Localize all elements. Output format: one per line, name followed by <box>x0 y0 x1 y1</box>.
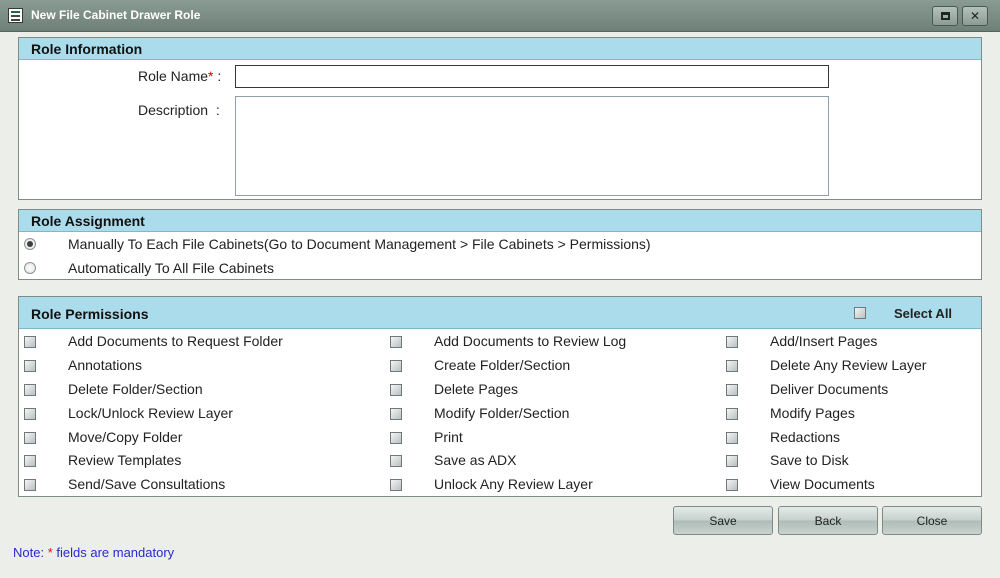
permission-label: Send/Save Consultations <box>68 476 226 492</box>
permission-checkbox[interactable] <box>24 360 36 372</box>
close-icon: ✕ <box>969 9 981 23</box>
automatic-assignment-label[interactable]: Automatically To All File Cabinets <box>68 260 274 276</box>
title-bar[interactable]: New File Cabinet Drawer Role ✕ <box>0 0 1000 32</box>
role-name-label: Role Name* : <box>138 68 222 84</box>
mandatory-note: Note: * fields are mandatory <box>13 545 175 560</box>
permission-checkbox[interactable] <box>726 408 738 420</box>
select-all-checkbox[interactable] <box>854 307 866 319</box>
manual-assignment-label[interactable]: Manually To Each File Cabinets(Go to Doc… <box>68 236 651 252</box>
required-asterisk: * <box>208 68 214 84</box>
automatic-assignment-radio[interactable] <box>24 262 36 274</box>
permission-label: Delete Pages <box>434 381 519 397</box>
permission-checkbox[interactable] <box>726 336 738 348</box>
permission-label: Review Templates <box>68 452 182 468</box>
permission-label: Lock/Unlock Review Layer <box>68 405 233 421</box>
permission-checkbox[interactable] <box>726 432 738 444</box>
permission-label: Move/Copy Folder <box>68 429 183 445</box>
permission-label: Modify Pages <box>770 405 855 421</box>
permission-label: Annotations <box>68 357 142 373</box>
permission-checkbox[interactable] <box>390 360 402 372</box>
permission-checkbox[interactable] <box>390 479 402 491</box>
permission-checkbox[interactable] <box>726 479 738 491</box>
manual-assignment-radio[interactable] <box>24 238 36 250</box>
close-window-button[interactable]: ✕ <box>962 6 988 26</box>
back-button[interactable]: Back <box>778 506 878 535</box>
window-title: New File Cabinet Drawer Role <box>31 8 201 22</box>
permission-checkbox[interactable] <box>24 455 36 467</box>
restore-icon <box>941 12 950 20</box>
description-label: Description : <box>138 102 220 118</box>
permission-checkbox[interactable] <box>390 408 402 420</box>
permission-label: Create Folder/Section <box>434 357 571 373</box>
permission-checkbox[interactable] <box>24 408 36 420</box>
description-textarea[interactable] <box>235 96 829 196</box>
role-name-input[interactable] <box>235 65 829 88</box>
permission-checkbox[interactable] <box>726 360 738 372</box>
permission-label: Delete Any Review Layer <box>770 357 927 373</box>
permission-label: Delete Folder/Section <box>68 381 203 397</box>
permission-checkbox[interactable] <box>390 455 402 467</box>
role-permissions-header: Role Permissions <box>19 297 981 329</box>
close-button[interactable]: Close <box>882 506 982 535</box>
form-icon <box>8 8 23 23</box>
permission-label: Deliver Documents <box>770 381 889 397</box>
permission-label: Unlock Any Review Layer <box>434 476 593 492</box>
permission-checkbox[interactable] <box>726 384 738 396</box>
role-assignment-header: Role Assignment <box>19 210 981 232</box>
restore-button[interactable] <box>932 6 958 26</box>
role-information-header: Role Information <box>19 38 981 60</box>
permission-label: Redactions <box>770 429 841 445</box>
permission-label: Save as ADX <box>434 452 517 468</box>
permission-checkbox[interactable] <box>24 384 36 396</box>
save-button[interactable]: Save <box>673 506 773 535</box>
permission-label: Add/Insert Pages <box>770 333 878 349</box>
permission-checkbox[interactable] <box>24 432 36 444</box>
permission-label: Modify Folder/Section <box>434 405 570 421</box>
permission-checkbox[interactable] <box>24 479 36 491</box>
permission-label: Save to Disk <box>770 452 849 468</box>
permission-checkbox[interactable] <box>390 336 402 348</box>
permission-label: Print <box>434 429 463 445</box>
permission-label: Add Documents to Review Log <box>434 333 627 349</box>
permission-checkbox[interactable] <box>390 432 402 444</box>
select-all-label[interactable]: Select All <box>894 306 952 321</box>
permission-checkbox[interactable] <box>24 336 36 348</box>
dialog-window: New File Cabinet Drawer Role ✕ Role Info… <box>0 0 1000 578</box>
permission-checkbox[interactable] <box>390 384 402 396</box>
permission-checkbox[interactable] <box>726 455 738 467</box>
permission-label: View Documents <box>770 476 875 492</box>
permission-label: Add Documents to Request Folder <box>68 333 283 349</box>
